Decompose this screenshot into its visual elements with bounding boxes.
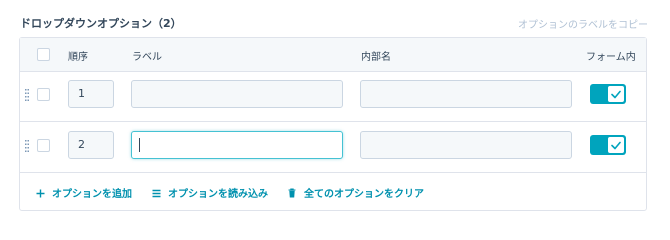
list-icon <box>152 189 162 201</box>
drag-handle-icon[interactable] <box>25 140 29 152</box>
label-input[interactable] <box>131 80 343 108</box>
row-checkbox[interactable] <box>37 88 50 101</box>
section-title: ドロップダウンオプション（2） <box>20 17 182 30</box>
clear-all-options-button[interactable]: 全てのオプションをクリア <box>288 185 424 201</box>
internal-name-input[interactable] <box>360 80 572 108</box>
table-row: 1 <box>20 71 646 122</box>
drag-handle-icon[interactable] <box>25 89 29 101</box>
copy-option-labels-link[interactable]: オプションのラベルをコピー <box>518 16 648 31</box>
column-header-internal-name: 内部名 <box>361 52 391 63</box>
order-input[interactable]: 2 <box>68 131 114 159</box>
column-header-in-form: フォーム内 <box>586 52 636 63</box>
table-row: 2 <box>20 122 646 173</box>
load-options-label: オプションを読み込み <box>168 189 268 200</box>
column-header-order: 順序 <box>68 52 88 63</box>
in-form-toggle[interactable] <box>590 135 626 155</box>
load-options-button[interactable]: オプションを読み込み <box>152 185 268 201</box>
internal-name-input[interactable] <box>360 131 572 159</box>
column-header-label: ラベル <box>132 52 162 63</box>
add-option-label: オプションを追加 <box>52 189 132 200</box>
in-form-toggle[interactable] <box>590 84 626 104</box>
table-header: 順序 ラベル 内部名 フォーム内 <box>20 38 646 72</box>
plus-icon <box>36 189 46 201</box>
add-option-button[interactable]: オプションを追加 <box>36 185 132 201</box>
toggle-knob <box>607 85 625 103</box>
table-actions: オプションを追加 オプションを読み込み 全てのオプションをクリア <box>20 174 646 211</box>
trash-icon <box>288 188 298 201</box>
clear-all-options-label: 全てのオプションをクリア <box>304 189 424 200</box>
row-checkbox[interactable] <box>37 139 50 152</box>
options-table: 順序 ラベル 内部名 フォーム内 1 2 オプションを追加 オプションを読み込み… <box>19 37 647 211</box>
checkmark-icon <box>611 141 621 150</box>
text-cursor <box>139 138 140 152</box>
order-input[interactable]: 1 <box>68 80 114 108</box>
checkmark-icon <box>611 90 621 99</box>
toggle-knob <box>607 136 625 154</box>
select-all-checkbox[interactable] <box>37 48 50 61</box>
label-input[interactable] <box>131 131 343 159</box>
